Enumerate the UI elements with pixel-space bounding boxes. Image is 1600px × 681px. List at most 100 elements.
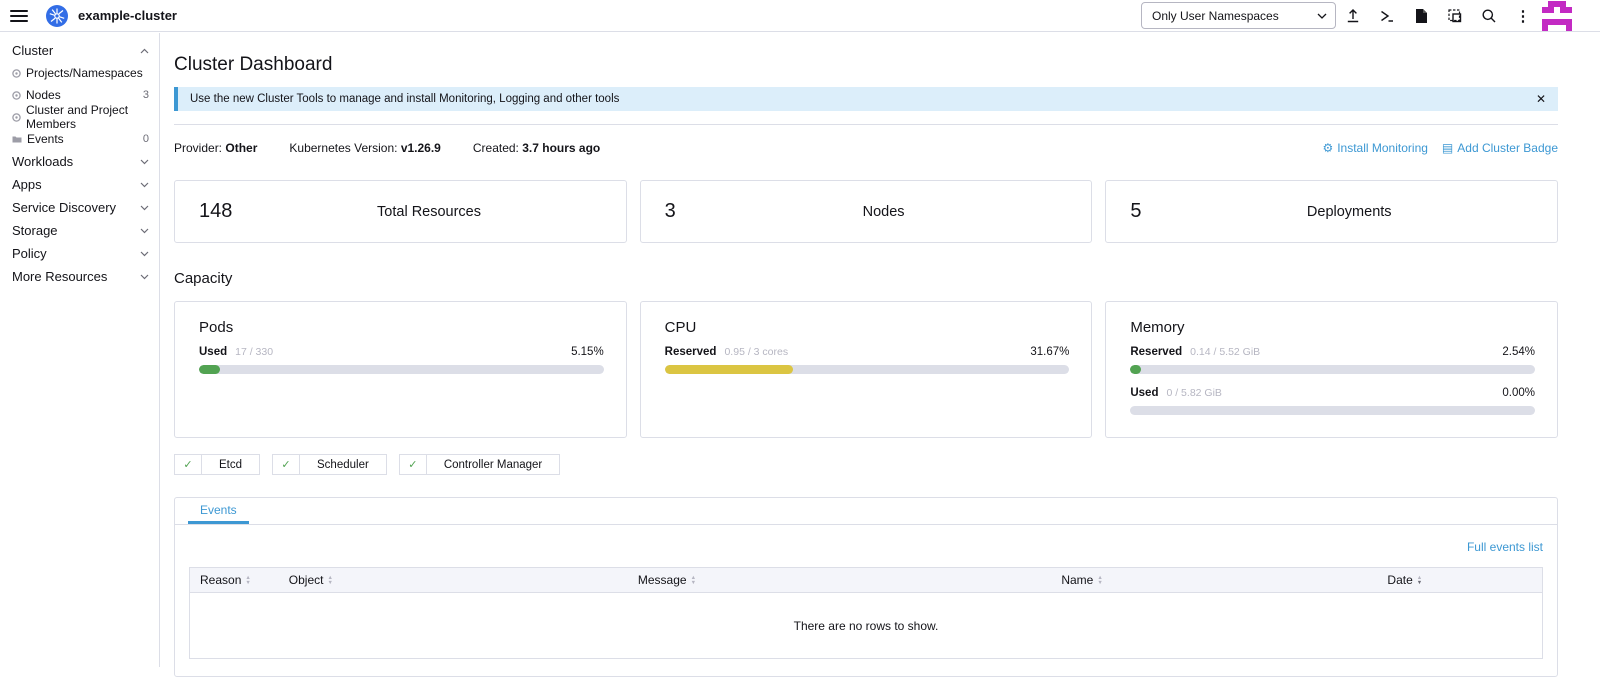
sidebar-group-more-resources[interactable]: More Resources [0, 265, 159, 288]
capacity-cards-row: Pods Used 17 / 330 5.15% CPU Reserved 0.… [174, 301, 1558, 438]
sort-icon: ▲▼ [1417, 576, 1422, 585]
terminal-icon [1379, 8, 1395, 24]
sidebar-group-label: Cluster [12, 43, 53, 58]
sidebar-group-policy[interactable]: Policy [0, 242, 159, 265]
chevron-down-icon [140, 182, 149, 188]
upload-icon [1345, 8, 1361, 24]
namespace-filter-value: Only User Namespaces [1152, 9, 1279, 23]
stat-label: Deployments [1141, 204, 1557, 220]
copy-icon [1447, 8, 1463, 24]
chevron-down-icon [140, 251, 149, 257]
events-table-header-row: Reason▲▼ Object▲▼ Message▲▼ Name▲▼ Date▲… [190, 568, 1543, 593]
stat-label: Nodes [676, 204, 1092, 220]
badge-icon: ▤ [1442, 141, 1453, 155]
gear-icon: ⚙ [1322, 141, 1333, 155]
folder-icon [12, 135, 22, 143]
node-icon [12, 91, 21, 100]
stat-card-deployments[interactable]: 5 Deployments [1105, 180, 1558, 243]
main-content: Cluster Dashboard Use the new Cluster To… [160, 33, 1600, 681]
sort-icon: ▲▼ [327, 576, 332, 585]
chevron-down-icon [140, 205, 149, 211]
sidebar: Cluster Projects/Namespaces Nodes 3 Clus… [0, 33, 160, 667]
hamburger-menu-icon[interactable] [10, 10, 28, 22]
sidebar-group-service-discovery[interactable]: Service Discovery [0, 196, 159, 219]
memory-used-bar [1130, 406, 1535, 415]
sidebar-group-label: Service Discovery [12, 200, 116, 215]
sort-icon: ▲▼ [245, 576, 250, 585]
empty-state-text: There are no rows to show. [190, 593, 1543, 659]
sidebar-item-label: Events [27, 132, 64, 146]
sidebar-item-projects-namespaces[interactable]: Projects/Namespaces [0, 62, 159, 84]
gauge-fraction: 0.95 / 3 cores [724, 346, 788, 358]
column-header-object[interactable]: Object▲▼ [279, 568, 628, 593]
column-header-reason[interactable]: Reason▲▼ [190, 568, 279, 593]
gauge-label: Used [199, 346, 227, 358]
sidebar-item-events[interactable]: Events 0 [0, 128, 159, 150]
gauge-fraction: 0 / 5.82 GiB [1166, 387, 1221, 399]
file-icon [1414, 8, 1428, 24]
gauge-label: Reserved [1130, 346, 1182, 358]
sidebar-group-apps[interactable]: Apps [0, 173, 159, 196]
stat-card-total-resources[interactable]: 148 Total Resources [174, 180, 627, 243]
close-icon[interactable]: ✕ [1536, 92, 1546, 106]
gauge-label: Used [1130, 387, 1158, 399]
kubernetes-logo-icon [46, 5, 68, 27]
sidebar-group-label: Policy [12, 246, 47, 261]
card-title: CPU [665, 319, 1070, 336]
cluster-meta-row: Provider: Other Kubernetes Version: v1.2… [174, 141, 1558, 155]
created-info: Created: 3.7 hours ago [473, 141, 600, 155]
install-monitoring-link[interactable]: ⚙Install Monitoring [1322, 141, 1427, 155]
import-yaml-button[interactable] [1336, 2, 1370, 29]
check-icon: ✓ [175, 455, 202, 474]
search-button[interactable] [1472, 2, 1506, 29]
chevron-down-icon [140, 228, 149, 234]
stat-card-nodes[interactable]: 3 Nodes [640, 180, 1093, 243]
capacity-heading: Capacity [174, 270, 1558, 287]
status-badge-scheduler: ✓ Scheduler [272, 454, 387, 475]
full-events-list-link[interactable]: Full events list [1467, 540, 1543, 554]
card-title: Memory [1130, 319, 1535, 336]
sidebar-group-label: Apps [12, 177, 42, 192]
stat-value: 148 [175, 200, 232, 223]
tab-events[interactable]: Events [188, 498, 249, 524]
events-tab-bar: Events [175, 498, 1557, 525]
search-icon [1481, 8, 1497, 24]
banner-text: Use the new Cluster Tools to manage and … [190, 93, 619, 105]
item-count: 3 [143, 89, 149, 101]
cpu-reserved-bar [665, 365, 1070, 374]
kubernetes-version-info: Kubernetes Version: v1.26.9 [289, 141, 440, 155]
sidebar-item-label: Cluster and Project Members [26, 103, 149, 131]
chevron-up-icon [140, 48, 149, 54]
badge-label: Scheduler [300, 455, 386, 474]
namespace-icon [12, 69, 21, 78]
empty-state-row: There are no rows to show. [190, 593, 1543, 659]
sidebar-group-workloads[interactable]: Workloads [0, 150, 159, 173]
sidebar-item-cluster-members[interactable]: Cluster and Project Members [0, 106, 159, 128]
sidebar-item-label: Projects/Namespaces [26, 66, 143, 80]
sidebar-group-cluster[interactable]: Cluster [0, 39, 159, 62]
item-count: 0 [143, 133, 149, 145]
sidebar-group-storage[interactable]: Storage [0, 219, 159, 242]
download-kubeconfig-button[interactable] [1404, 2, 1438, 29]
kubectl-shell-button[interactable] [1370, 2, 1404, 29]
gauge-fraction: 0.14 / 5.52 GiB [1190, 346, 1260, 358]
gauge-percent: 2.54% [1502, 346, 1535, 358]
user-avatar[interactable] [1542, 1, 1572, 31]
column-header-date[interactable]: Date▲▼ [1377, 568, 1542, 593]
members-icon [12, 113, 21, 122]
events-section: Events Full events list Reason▲▼ Object▲… [174, 497, 1558, 677]
copy-kubeconfig-button[interactable] [1438, 2, 1472, 29]
add-cluster-badge-link[interactable]: ▤Add Cluster Badge [1442, 141, 1558, 155]
gauge-percent: 0.00% [1502, 387, 1535, 399]
column-header-name[interactable]: Name▲▼ [1051, 568, 1377, 593]
badge-label: Etcd [202, 455, 259, 474]
stat-value: 3 [641, 200, 676, 223]
gauge-percent: 5.15% [571, 346, 604, 358]
card-title: Pods [199, 319, 604, 336]
column-header-message[interactable]: Message▲▼ [628, 568, 1051, 593]
namespace-filter-select[interactable]: Only User Namespaces [1141, 2, 1336, 29]
status-badge-controller-manager: ✓ Controller Manager [399, 454, 560, 475]
sidebar-group-label: Storage [12, 223, 58, 238]
kebab-menu-button[interactable]: ⋮ [1506, 2, 1540, 29]
stat-value: 5 [1106, 200, 1141, 223]
